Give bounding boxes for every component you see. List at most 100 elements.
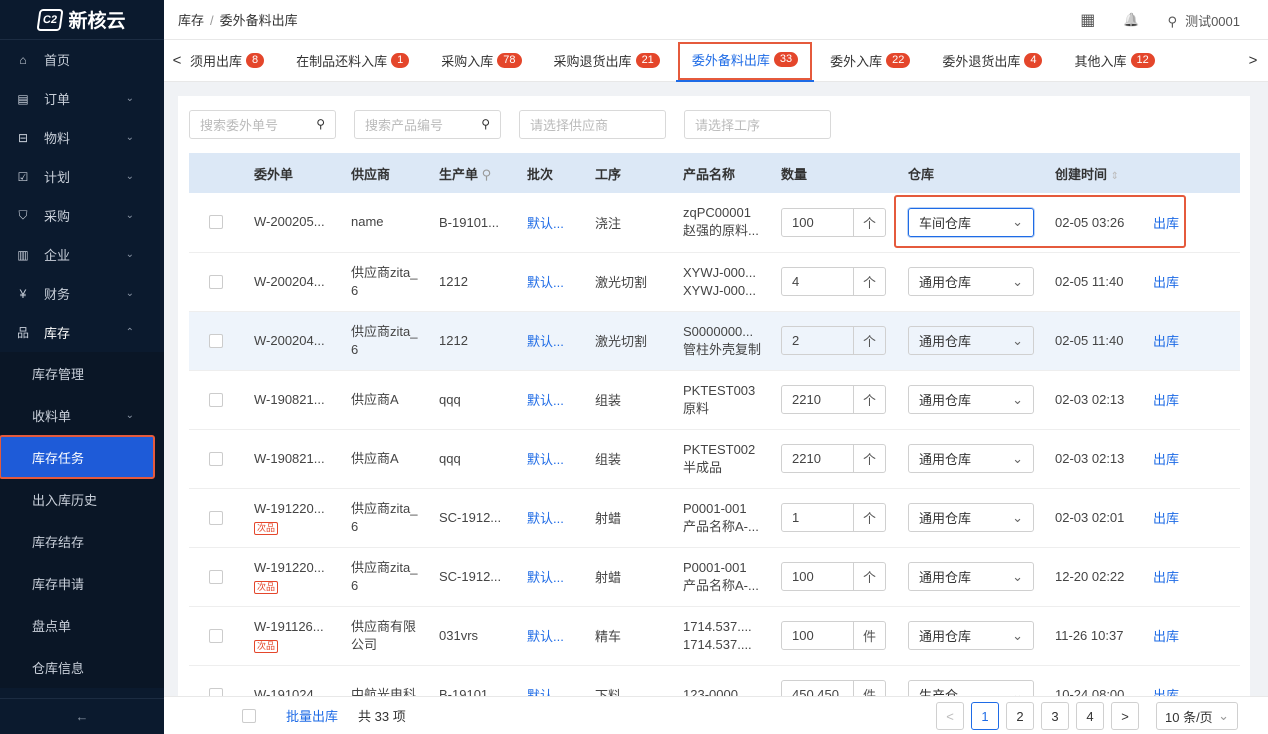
row-checkbox[interactable] <box>209 569 223 584</box>
tab-item[interactable]: 委外入库 22 <box>814 40 926 82</box>
out-button[interactable]: 出库 <box>1153 370 1240 430</box>
order-number[interactable]: W-191126... <box>254 618 351 636</box>
batch-link[interactable]: 默认... <box>527 311 595 371</box>
order-number[interactable]: W-200205... <box>254 213 351 231</box>
out-button[interactable]: 出库 <box>1153 665 1240 696</box>
order-number[interactable]: W-191024... <box>254 686 351 697</box>
quantity-input[interactable]: 100 件 <box>781 621 886 650</box>
tab-item[interactable]: 在制品还料入库 1 <box>280 40 425 82</box>
warehouse-select[interactable]: 通用仓库 ⌄ <box>908 385 1034 414</box>
warehouse-select[interactable]: 通用仓库 ⌄ <box>908 562 1034 591</box>
warehouse-select[interactable]: 通用仓库 ⌄ <box>908 503 1034 532</box>
order-number[interactable]: W-200204... <box>254 332 351 350</box>
warehouse-select[interactable]: 车间仓库 ⌄ <box>908 207 1034 237</box>
qr-code-icon[interactable]: ▦ <box>1080 10 1095 30</box>
sidebar-item[interactable]: ▥ 企业 ⌄ <box>0 235 164 274</box>
sidebar-item[interactable]: ⊟ 物料 ⌄ <box>0 118 164 157</box>
user-menu[interactable]: ⚲ 测试0001 <box>1168 11 1240 30</box>
submenu-item[interactable]: 库存任务 <box>0 435 155 479</box>
batch-link[interactable]: 默认... <box>527 488 595 548</box>
submenu-item[interactable]: 盘点单 <box>0 604 164 646</box>
batch-out-button[interactable]: 批量出库 <box>286 706 338 725</box>
tab-item[interactable]: 其他入库 12 <box>1058 40 1170 82</box>
sidebar-item[interactable]: ¥ 财务 ⌄ <box>0 274 164 313</box>
sidebar-item[interactable]: ⌂ 首页 <box>0 40 164 79</box>
row-checkbox[interactable] <box>209 392 223 407</box>
collapse-sidebar-icon[interactable]: ← <box>0 698 164 734</box>
page-button[interactable]: 3 <box>1041 702 1069 730</box>
out-button[interactable]: 出库 <box>1153 488 1240 548</box>
tab-item[interactable]: 须用出库 8 <box>190 40 280 82</box>
out-button[interactable]: 出库 <box>1153 193 1240 253</box>
page-button[interactable]: 1 <box>971 702 999 730</box>
submenu-item[interactable]: 收料单 ⌄ <box>0 394 164 436</box>
submenu-item[interactable]: 库存结存 <box>0 520 164 562</box>
row-checkbox[interactable] <box>209 215 223 230</box>
quantity-input[interactable]: 2210 个 <box>781 444 886 473</box>
batch-link[interactable]: 默认... <box>527 665 595 696</box>
warehouse-select[interactable]: 通用仓库 ⌄ <box>908 444 1034 473</box>
page-size-select[interactable]: 10 条/页 ⌄ <box>1156 702 1238 730</box>
quantity-input[interactable]: 1个 <box>781 503 886 532</box>
order-number[interactable]: W-200204... <box>254 273 351 291</box>
out-button[interactable]: 出库 <box>1153 311 1240 371</box>
breadcrumb-inventory[interactable]: 库存 <box>178 13 204 28</box>
next-page-button[interactable]: > <box>1111 702 1139 730</box>
submenu-item[interactable]: 仓库信息 <box>0 646 164 688</box>
submenu-item[interactable]: 库存管理 <box>0 352 164 394</box>
quantity-input[interactable]: 100 个 <box>781 562 886 591</box>
sidebar-item[interactable]: ⛉ 采购 ⌄ <box>0 196 164 235</box>
batch-link[interactable]: 默认... <box>527 547 595 607</box>
search-icon[interactable]: ⚲ <box>482 167 492 182</box>
row-checkbox[interactable] <box>209 333 223 348</box>
tab-item[interactable]: 委外退货出库 4 <box>926 40 1058 82</box>
quantity-input[interactable]: 4个 <box>781 267 886 296</box>
warehouse-select[interactable]: 通用仓库 ⌄ <box>908 326 1034 355</box>
batch-link[interactable]: 默认... <box>527 193 595 253</box>
order-number[interactable]: W-191220... <box>254 500 351 518</box>
tabs-prev-icon[interactable]: < <box>164 52 190 69</box>
row-checkbox[interactable] <box>209 628 223 643</box>
batch-link[interactable]: 默认... <box>527 252 595 312</box>
tab-item[interactable]: 采购退货出库 21 <box>538 40 676 82</box>
row-checkbox[interactable] <box>209 274 223 289</box>
warehouse-select[interactable]: 生产仓 ⌄ <box>908 680 1034 696</box>
order-number[interactable]: W-191220... <box>254 559 351 577</box>
warehouse-select[interactable]: 通用仓库 ⌄ <box>908 621 1034 650</box>
tab-item[interactable]: 委外备料出库 33 <box>675 40 815 82</box>
out-button[interactable]: 出库 <box>1153 252 1240 312</box>
row-checkbox[interactable] <box>209 687 223 696</box>
batch-link[interactable]: 默认... <box>527 429 595 489</box>
out-button[interactable]: 出库 <box>1153 606 1240 666</box>
warehouse-select[interactable]: 通用仓库 ⌄ <box>908 267 1034 296</box>
batch-link[interactable]: 默认... <box>527 370 595 430</box>
row-checkbox[interactable] <box>209 451 223 466</box>
page-button[interactable]: 2 <box>1006 702 1034 730</box>
bell-icon[interactable]: 🔔 <box>1123 12 1139 28</box>
supplier-select[interactable]: 请选择供应商 <box>519 109 666 139</box>
order-number[interactable]: W-190821... <box>254 450 351 468</box>
select-all-checkbox[interactable] <box>242 708 256 723</box>
row-checkbox[interactable] <box>209 510 223 525</box>
tabs-next-icon[interactable]: > <box>1240 52 1266 69</box>
page-button[interactable]: 4 <box>1076 702 1104 730</box>
order-search-input[interactable]: 搜索委外单号 ⚲ <box>189 109 336 139</box>
col-created[interactable]: 创建时间 ⇕ <box>1055 153 1153 193</box>
batch-link[interactable]: 默认... <box>527 606 595 666</box>
quantity-input[interactable]: 2个 <box>781 326 886 355</box>
quantity-input[interactable]: 100 个 <box>781 207 886 237</box>
sidebar-item[interactable]: 品 库存 ⌃ <box>0 313 164 352</box>
sidebar-item[interactable]: ▤ 订单 ⌄ <box>0 79 164 118</box>
product-search-input[interactable]: 搜索产品编号 ⚲ <box>354 109 501 139</box>
prev-page-button[interactable]: < <box>936 702 964 730</box>
sidebar-item[interactable]: ☑ 计划 ⌄ <box>0 157 164 196</box>
out-button[interactable]: 出库 <box>1153 429 1240 489</box>
out-button[interactable]: 出库 <box>1153 547 1240 607</box>
brand-logo[interactable]: C2 新核云 <box>0 0 164 40</box>
order-number[interactable]: W-190821... <box>254 391 351 409</box>
submenu-item[interactable]: 库存申请 <box>0 562 164 604</box>
quantity-input[interactable]: 450.450 件 <box>781 680 886 696</box>
process-select[interactable]: 请选择工序 <box>684 109 831 139</box>
tab-item[interactable]: 采购入库 78 <box>425 40 537 82</box>
submenu-item[interactable]: 出入库历史 <box>0 478 164 520</box>
